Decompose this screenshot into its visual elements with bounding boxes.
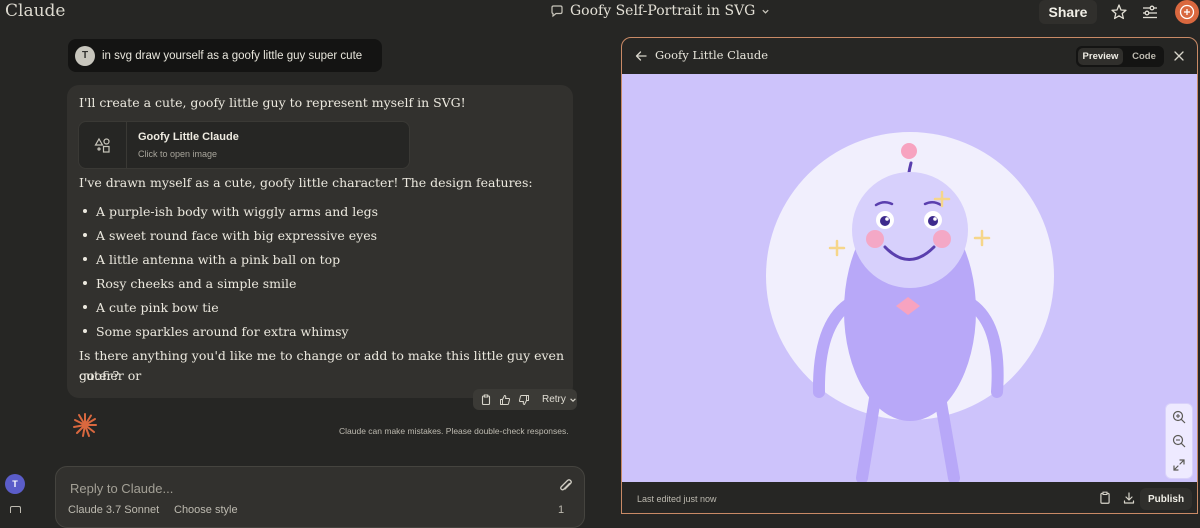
goofy-claude-illustration xyxy=(766,132,1054,482)
artifact-preview xyxy=(622,74,1197,482)
chat-title-dropdown[interactable]: Goofy Self-Portrait in SVG xyxy=(550,3,770,19)
top-bar: Claude Goofy Self-Portrait in SVG Share xyxy=(0,0,1200,26)
copy-icon[interactable] xyxy=(478,392,494,408)
star-icon[interactable] xyxy=(1110,3,1128,21)
close-icon[interactable] xyxy=(1173,50,1185,62)
zoom-controls xyxy=(1165,403,1193,479)
message-action-bar: Retry xyxy=(473,389,577,410)
artifact-panel-footer: Last edited just now Publish xyxy=(622,482,1197,513)
artifact-panel-title: Goofy Little Claude xyxy=(655,48,769,62)
arrow-left-icon[interactable] xyxy=(634,49,648,63)
list-item: A cute pink bow tie xyxy=(83,295,378,319)
assistant-outro-line-2: cuter? xyxy=(79,368,120,383)
artifact-panel-header: Goofy Little Claude Preview Code xyxy=(622,38,1197,74)
artifact-card[interactable]: Goofy Little Claude Click to open image xyxy=(78,121,410,169)
plus-circle-icon[interactable] xyxy=(1175,0,1199,24)
list-item: Some sparkles around for extra whimsy xyxy=(83,319,378,343)
retry-button[interactable]: Retry xyxy=(542,394,577,405)
chevron-down-icon xyxy=(569,396,577,404)
reply-composer: Claude 3.7 Sonnet Choose style 1 xyxy=(55,466,585,528)
model-selector[interactable]: Claude 3.7 Sonnet xyxy=(68,504,159,516)
zoom-out-icon[interactable] xyxy=(1171,433,1187,449)
expand-icon[interactable] xyxy=(1171,457,1187,473)
assistant-outro-line-1: Is there anything you'd like me to chang… xyxy=(79,348,565,383)
list-item: A little antenna with a pink ball on top xyxy=(83,247,378,271)
paperclip-icon[interactable] xyxy=(558,478,574,494)
app-logo[interactable]: Claude xyxy=(5,1,65,21)
right-cheek xyxy=(933,230,951,248)
retry-label: Retry xyxy=(542,394,566,405)
list-item: A purple-ish body with wiggly arms and l… xyxy=(83,199,378,223)
reply-input[interactable] xyxy=(68,478,512,498)
list-item: A sweet round face with big expressive e… xyxy=(83,223,378,247)
artifact-card-subtitle: Click to open image xyxy=(138,149,218,159)
left-cheek xyxy=(866,230,884,248)
publish-button[interactable]: Publish xyxy=(1140,488,1192,510)
download-icon[interactable] xyxy=(1122,491,1136,505)
list-item: Rosy cheeks and a simple smile xyxy=(83,271,378,295)
thumbs-up-icon[interactable] xyxy=(497,392,513,408)
tab-code[interactable]: Code xyxy=(1126,48,1162,65)
style-selector[interactable]: Choose style xyxy=(174,504,238,516)
copy-icon[interactable] xyxy=(1098,491,1112,505)
assistant-message: I'll create a cute, goofy little guy to … xyxy=(67,85,573,398)
claude-spark-icon xyxy=(72,412,98,438)
view-toggle: Preview Code xyxy=(1076,46,1164,67)
avatar[interactable]: T xyxy=(75,45,95,66)
disclaimer-text: Claude can make mistakes. Please double-… xyxy=(339,426,569,436)
chevron-down-icon xyxy=(761,7,770,16)
count-label: 1 xyxy=(558,504,565,516)
thumbs-down-icon[interactable] xyxy=(516,392,532,408)
tab-preview[interactable]: Preview xyxy=(1078,48,1123,65)
last-edited-text: Last edited just now xyxy=(637,494,717,504)
feature-list: A purple-ish body with wiggly arms and l… xyxy=(83,199,378,343)
avatar[interactable]: T xyxy=(5,474,25,494)
artifact-panel: Goofy Little Claude Preview Code Last ed… xyxy=(621,37,1198,514)
artifact-card-title: Goofy Little Claude xyxy=(138,131,239,143)
share-button[interactable]: Share xyxy=(1039,0,1097,24)
assistant-intro: I'll create a cute, goofy little guy to … xyxy=(79,95,466,110)
chat-title: Goofy Self-Portrait in SVG xyxy=(570,3,756,19)
features-intro: I've drawn myself as a cute, goofy littl… xyxy=(79,175,533,190)
user-message-text: in svg draw yourself as a goofy little g… xyxy=(102,49,363,62)
shapes-icon xyxy=(79,122,127,168)
user-message: T in svg draw yourself as a goofy little… xyxy=(68,39,382,72)
character-head xyxy=(852,172,968,288)
zoom-in-icon[interactable] xyxy=(1171,409,1187,425)
settings-sliders-icon[interactable] xyxy=(1141,3,1159,21)
chat-bubble-icon xyxy=(550,4,564,18)
antenna-ball xyxy=(901,143,917,159)
